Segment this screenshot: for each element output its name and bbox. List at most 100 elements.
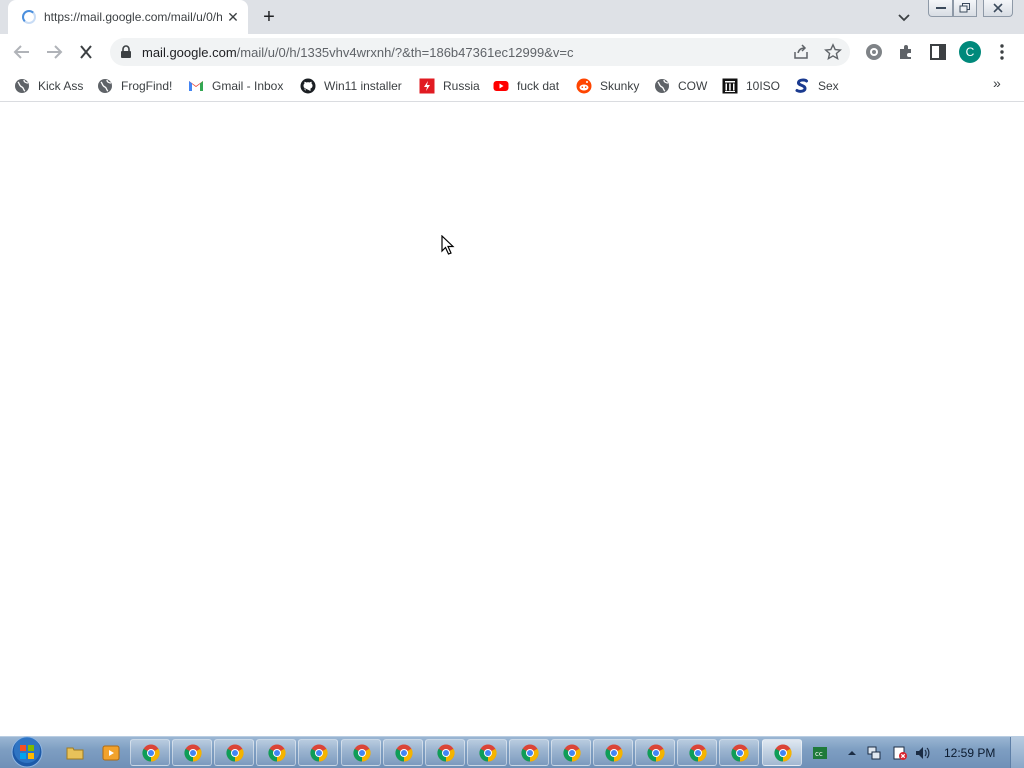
bookmark-label: 10ISO [746, 79, 781, 93]
bookmark-label: Kick Ass [38, 79, 84, 93]
bookmark-label: Russia [443, 79, 480, 93]
chrome-icon [689, 744, 707, 762]
url-host: mail.google.com [142, 45, 237, 60]
chrome-taskbar-button[interactable] [509, 739, 549, 766]
bookmark-label: Sex [818, 79, 839, 93]
lock-icon [121, 45, 131, 58]
chrome-icon [479, 744, 497, 762]
bookmark-item[interactable]: COW [654, 76, 707, 96]
bookmark-star-icon[interactable] [824, 43, 842, 61]
chrome-taskbar-button[interactable] [762, 739, 802, 766]
chrome-icon [395, 744, 413, 762]
chrome-icon [184, 744, 202, 762]
back-button[interactable] [10, 40, 34, 64]
chrome-taskbar-button[interactable] [467, 739, 507, 766]
bookmark-label: Gmail - Inbox [212, 79, 284, 93]
chrome-icon [226, 744, 244, 762]
tray-app-icon[interactable]: cc [812, 745, 828, 761]
bookmark-label: COW [678, 79, 708, 93]
bookmark-item[interactable]: Sex [794, 76, 839, 96]
url-text: mail.google.com/mail/u/0/h/1335vhv4wrxnh… [142, 45, 573, 60]
svg-text:cc: cc [815, 750, 823, 758]
browser-tab[interactable]: https://mail.google.com/mail/u/0/h/1335v… [8, 0, 248, 34]
stop-x-icon [80, 45, 92, 59]
chrome-taskbar-button[interactable] [551, 739, 591, 766]
chrome-taskbar-button[interactable] [130, 739, 170, 766]
menu-kebab-icon[interactable] [992, 42, 1012, 62]
chrome-taskbar-button[interactable] [341, 739, 381, 766]
tab-title: https://mail.google.com/mail/u/0/h/1335v… [44, 10, 222, 24]
screen: https://mail.google.com/mail/u/0/h/1335v… [0, 0, 1024, 768]
media-player-icon[interactable] [102, 744, 120, 762]
network-icon[interactable] [866, 745, 882, 761]
chrome-taskbar-button[interactable] [593, 739, 633, 766]
action-center-alert-icon[interactable] [892, 745, 908, 761]
chrome-taskbar-button[interactable] [425, 739, 465, 766]
globe-icon [15, 79, 29, 93]
forward-arrow-icon [47, 45, 63, 59]
tab-strip: https://mail.google.com/mail/u/0/h/1335v… [0, 0, 1024, 34]
chrome-taskbar-button[interactable] [298, 739, 338, 766]
volume-icon[interactable] [914, 745, 930, 761]
bookmark-item[interactable]: fuck dat [493, 76, 559, 96]
chrome-taskbar-button[interactable] [214, 739, 254, 766]
chrome-taskbar-button[interactable] [635, 739, 675, 766]
profile-avatar[interactable]: C [959, 41, 981, 63]
stop-loading-button[interactable] [74, 40, 98, 64]
chrome-icon [521, 744, 539, 762]
building-icon [722, 78, 738, 94]
reddit-icon [576, 78, 592, 94]
chrome-icon [437, 744, 455, 762]
tab-search-button[interactable] [894, 7, 914, 27]
bookmark-item[interactable]: Gmail - Inbox [188, 76, 283, 96]
chrome-taskbar-button[interactable] [256, 739, 296, 766]
close-window-button[interactable] [983, 0, 1013, 17]
github-icon [300, 78, 316, 94]
loading-spinner-icon [22, 10, 36, 24]
gmail-icon [189, 81, 203, 91]
page-content [0, 103, 1024, 736]
chrome-icon [142, 744, 160, 762]
tab-close-icon[interactable]: ✕ [224, 8, 242, 26]
s-logo-icon [795, 78, 808, 93]
restore-button[interactable] [953, 0, 977, 17]
address-bar[interactable]: mail.google.com/mail/u/0/h/1335vhv4wrxnh… [110, 38, 850, 66]
bookmark-item[interactable]: FrogFind! [97, 76, 172, 96]
minimize-button[interactable] [928, 0, 953, 17]
red-square-icon [419, 78, 435, 94]
bookmark-label: FrogFind! [121, 79, 173, 93]
bookmark-item[interactable]: Skunky [576, 76, 639, 96]
bookmark-item[interactable]: Kick Ass [14, 76, 83, 96]
side-panel-icon[interactable] [928, 42, 948, 62]
chrome-icon [268, 744, 286, 762]
chrome-icon [731, 744, 749, 762]
chrome-taskbar-button[interactable] [172, 739, 212, 766]
globe-icon [98, 79, 112, 93]
youtube-icon [493, 81, 509, 91]
system-clock[interactable]: 12:59 PM [944, 746, 995, 760]
globe-icon [655, 79, 669, 93]
chrome-taskbar-button[interactable] [383, 739, 423, 766]
bookmarks-bar: Kick Ass FrogFind! Gmail - Inbox Win11 i… [0, 70, 1024, 102]
chrome-icon [353, 744, 371, 762]
bookmark-label: Skunky [600, 79, 640, 93]
show-hidden-icons-icon[interactable] [844, 745, 860, 761]
chevron-down-icon [898, 14, 910, 22]
bookmarks-overflow-icon[interactable]: » [993, 75, 1001, 91]
extensions-puzzle-icon[interactable] [896, 42, 916, 62]
back-arrow-icon [13, 45, 29, 59]
bookmark-item[interactable]: 10ISO [722, 76, 780, 96]
extension-circle-icon[interactable] [864, 42, 884, 62]
show-desktop-button[interactable] [1010, 737, 1024, 768]
new-tab-button[interactable]: + [258, 6, 280, 28]
chrome-taskbar-button[interactable] [677, 739, 717, 766]
bookmark-label: fuck dat [517, 79, 560, 93]
bookmark-item[interactable]: Russia [419, 76, 480, 96]
bookmark-item[interactable]: Win11 installer [300, 76, 402, 96]
share-icon[interactable] [792, 43, 810, 61]
explorer-icon[interactable] [66, 744, 84, 762]
chrome-taskbar-button[interactable] [719, 739, 759, 766]
chrome-icon [563, 744, 581, 762]
forward-button[interactable] [42, 40, 66, 64]
start-orb-button[interactable] [8, 736, 46, 768]
